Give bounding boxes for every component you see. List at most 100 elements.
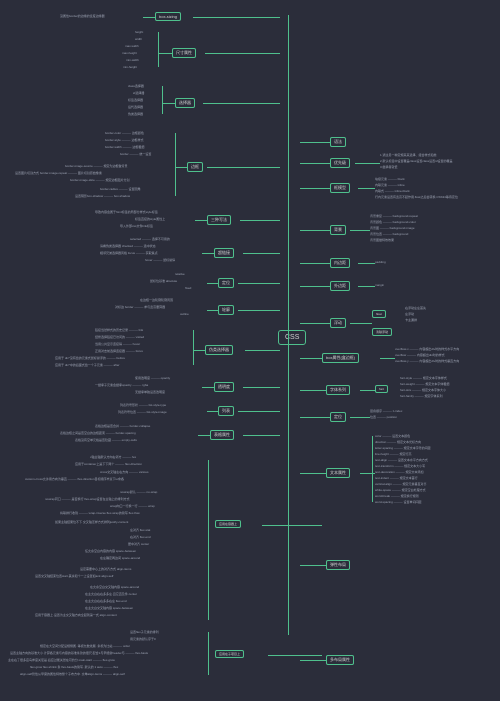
leaf: border-color ——— 边框颜色: [105, 131, 144, 135]
node-position[interactable]: 定位: [330, 412, 346, 422]
node-flexlayout[interactable]: 弹性布局: [326, 560, 350, 570]
leaf: nowrap同口 ——— 是否换行 flex-wrap设置在主轴上的排列方式: [45, 497, 130, 501]
leaf: 在允余空白交叉轴内容 space-around: [90, 585, 139, 589]
leaf: font-size ——— 规定文本字体大小: [400, 388, 446, 392]
leaf: 3.继承者就低: [380, 165, 398, 169]
leaf: 标签选择器: [128, 98, 143, 102]
leaf: 导致内容会属于html标签的局部分样式style标签: [95, 210, 158, 214]
node-threewrites[interactable]: 三种写法: [207, 215, 231, 225]
leaf: 设置图片切割方式 border-image-repeat ——— 图片切割原始像…: [15, 171, 102, 175]
leaf: 表格边框之间是否空白的边框距离 ——— border-spacing: [60, 431, 136, 435]
node-syntax[interactable]: 语法: [330, 137, 346, 147]
leaf: 链接当然样式的历史记录 ——— link: [95, 328, 143, 332]
leaf: 后代选择器: [128, 105, 143, 109]
leaf: border ——— 统一设置: [120, 152, 151, 156]
node-multilayout[interactable]: 多布局属性: [326, 655, 354, 665]
leaf: align-self管性从早席的属性特效整个子布方中. 交单align-item…: [20, 672, 125, 676]
node-background[interactable]: 背景: [330, 225, 346, 235]
node-text[interactable]: 文本属性: [326, 468, 350, 478]
leaf: 2.默认标签中设置覆盖class设置class设置id设置的覆盖: [380, 159, 453, 163]
leaf: letter-spacing ——— 规定文本字符的间距: [375, 446, 431, 450]
leaf: word-spacing ——— 设置单词间距: [375, 500, 422, 504]
leaf: max-height: [122, 51, 137, 55]
leaf: color ——— 设置文本颜色: [375, 434, 410, 438]
leaf: border-image-source ——— 规定为边框做背景: [65, 164, 128, 168]
leaf: overflow-y ——— 内容超出div时的样式垂直方向: [395, 359, 459, 363]
leaf: id选择器: [133, 91, 144, 95]
leaf: text-decoration ——— 规定文本添加: [375, 470, 424, 474]
leaf: 设置交叉轴结束位置start.其余和个一上设置如ank align-self: [35, 574, 113, 578]
node-boxsizing[interactable]: box-sizing: [155, 12, 181, 21]
leaf: 经修选择链接已访问的 ——— visited: [95, 335, 144, 339]
leaf: nowrap默认 ——— no-wrap: [120, 490, 157, 494]
node-pseudo[interactable]: 伪类选择器: [205, 345, 233, 355]
leaf: fixed: [185, 286, 191, 290]
leaf: border-radius ——— 设置圆角: [100, 187, 141, 191]
leaf: 设置阴影box-shadow ——— box-shadow: [75, 194, 130, 198]
leaf: 伪类选择器: [128, 112, 143, 116]
node-priority[interactable]: 优先级: [330, 158, 350, 168]
leaf: 设定需要中心上的对齐方式 align-items: [80, 567, 131, 571]
root-node[interactable]: CSS: [278, 330, 306, 345]
node-boxattr[interactable]: box属性(盒边框): [322, 353, 359, 363]
node-table[interactable]: 表格属性: [210, 430, 234, 440]
leaf: 任允余空白内容的内容 space-between: [85, 549, 136, 553]
leaf: text-align ——— 设置文本水平方向方式: [375, 458, 428, 462]
leaf: 表格没有空单元格是否隐藏 ——— empty-cells: [75, 438, 137, 442]
leaf: 背景位置 ——— background: [370, 232, 408, 236]
leaf: 在主允白交叉轴内容 space-between: [85, 606, 133, 610]
node-outline[interactable]: 轮廓: [218, 305, 234, 315]
leaf: 在主允白右右多多左.且它直及件 center: [85, 592, 137, 596]
leaf: width: [135, 37, 142, 41]
leaf: selected ——— 选择不可用的: [130, 237, 170, 241]
node-font-sub[interactable]: font: [375, 385, 388, 393]
leaf: line-height ——— 规定行高: [375, 452, 412, 456]
node-boxmodel[interactable]: 框模型: [330, 183, 350, 193]
node-border[interactable]: 边框: [187, 162, 203, 172]
leaf: 卡主漏排: [405, 318, 417, 322]
node-selector[interactable]: 选择器: [175, 98, 195, 108]
node-positionL[interactable]: 定位: [218, 278, 234, 288]
leaf: 背景颜色 ——— background-color: [370, 220, 416, 224]
leaf: 左对齐 flex-stat: [130, 528, 150, 532]
node-font[interactable]: 字体系列: [326, 385, 350, 395]
leaf: height: [135, 30, 143, 34]
mindmap-canvas: { "root": "CSS", "right": { "语法": {}, "优…: [0, 0, 500, 701]
leaf: 表格边框是否合并 ——— border-collapse: [95, 424, 150, 428]
leaf: 使用透明度 ——— opacity: [135, 376, 170, 380]
node-flex-item[interactable]: 应用在子项目上: [215, 650, 244, 658]
leaf: 导入外部css文件link标签: [120, 224, 153, 228]
leaf: 正用对击前选择连接器 ——— focus: [95, 349, 143, 353]
leaf: 位置 ——— position: [370, 415, 397, 419]
leaf: custom-cross允许用方向为垂直 ——— flex-direction目…: [25, 477, 124, 481]
leaf: margin: [375, 283, 384, 287]
node-list[interactable]: 列表: [218, 406, 234, 416]
leaf: 设置flex子元素的排列: [130, 630, 159, 634]
leaf: wrap向口一行换一行 ——— wrap: [110, 504, 155, 508]
leaf: 将联排行收到 ——— wrap-inverse flex-wrap的简写 fle…: [60, 511, 140, 515]
leaf: 内联式 ——— inline-block: [375, 189, 410, 193]
leaf: white-space ——— 规定空白处理方式: [375, 488, 426, 492]
leaf: 用元素的默认序于0: [130, 637, 156, 641]
leaf: 居中对齐 center: [128, 542, 149, 546]
leaf: hover ——— 鼠标悬停: [145, 258, 175, 262]
leaf: 块级元素 ——— block: [375, 177, 405, 181]
node-opacity[interactable]: 透明度: [214, 382, 234, 392]
node-clearfloat[interactable]: 清除浮动: [372, 328, 392, 336]
leaf: 应用于 div*没有给的元素式鼠标悬浮的 ——— before: [55, 356, 125, 360]
leaf: 列表符号形状 ——— list-style-type: [120, 403, 166, 407]
leaf: cross交叉轴左右方向 ——— various: [100, 470, 149, 474]
node-margin[interactable]: 外边距: [330, 281, 350, 291]
node-padding[interactable]: 内边距: [330, 258, 350, 268]
node-float-sub[interactable]: float: [372, 310, 386, 318]
leaf: 应用于container上是下下两个 ——— flex-direction: [75, 462, 142, 466]
node-dimensions[interactable]: 尺寸属性: [172, 48, 196, 58]
leaf: 在边框一边轮廓轮廓周围: [140, 298, 173, 302]
node-flex-container[interactable]: 应用在容器上: [215, 520, 241, 528]
leaf: 一继承子元素会继承opacity ——— rgba: [95, 383, 148, 387]
leaf: 规定在大空间分配设规侧属. 等视允数线展. 条视为比站 ——— order: [40, 644, 130, 648]
node-hyperlink[interactable]: 超链接: [214, 248, 234, 258]
leaf: 在左确定两边间 space-around: [100, 556, 140, 560]
leaf: x轴主轴默认方向右邻方 ——— fex: [90, 455, 136, 459]
node-float[interactable]: 浮动: [330, 318, 346, 328]
